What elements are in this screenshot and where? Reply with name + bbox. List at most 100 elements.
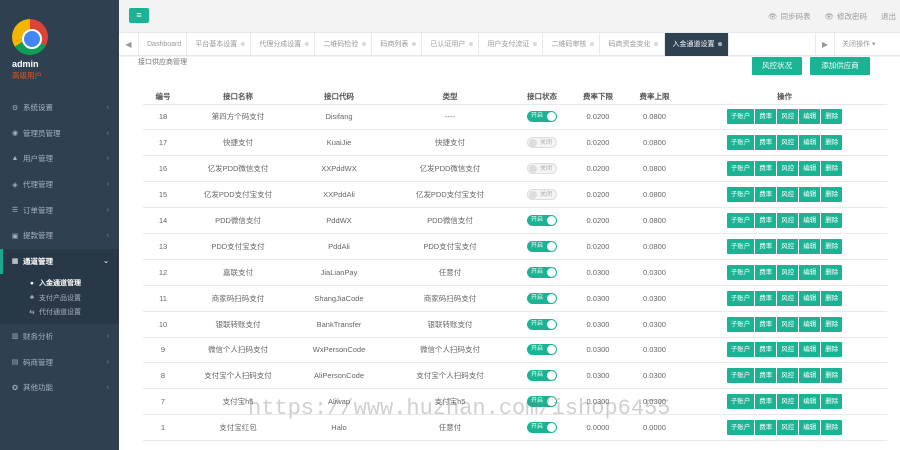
edit-button[interactable]: 编辑 xyxy=(799,290,822,306)
delete-button[interactable]: 删除 xyxy=(821,264,843,280)
top-link[interactable]: 退出 xyxy=(881,11,896,22)
edit-button[interactable]: 编辑 xyxy=(799,264,822,280)
delete-button[interactable]: 删除 xyxy=(821,394,843,410)
risk-control-button[interactable]: 风控 xyxy=(777,264,800,280)
sidebar-item-users[interactable]: ▲ 用户管理 ‹ xyxy=(0,146,119,172)
tab-item[interactable]: 二维码检验 ⊗ xyxy=(315,33,373,56)
delete-button[interactable]: 删除 xyxy=(821,238,843,254)
status-toggle[interactable]: 开启 xyxy=(527,111,557,123)
edit-button[interactable]: 编辑 xyxy=(799,394,822,410)
edit-button[interactable]: 编辑 xyxy=(799,109,822,125)
tab-item[interactable]: 入金通道设置 ⊗ xyxy=(664,33,729,56)
tab-item[interactable]: Dashboard xyxy=(139,33,188,56)
close-tab-icon[interactable]: ⊗ xyxy=(304,42,309,48)
rate-button[interactable]: 费率 xyxy=(755,290,778,306)
edit-button[interactable]: 编辑 xyxy=(799,368,822,384)
top-link[interactable]: 👁 修改密码 xyxy=(824,11,867,22)
sidebar-item-cog[interactable]: ✪ 其他功能 ‹ xyxy=(0,375,119,401)
status-toggle[interactable]: 开启 xyxy=(527,396,557,408)
rate-button[interactable]: 费率 xyxy=(755,368,778,384)
sub-account-button[interactable]: 子账户 xyxy=(726,316,756,332)
close-tab-icon[interactable]: ⊗ xyxy=(468,42,473,48)
close-ops-dropdown[interactable]: 关闭操作 ▾ xyxy=(836,33,875,56)
sub-account-button[interactable]: 子账户 xyxy=(726,290,756,306)
delete-button[interactable]: 删除 xyxy=(821,213,843,228)
delete-button[interactable]: 删除 xyxy=(821,342,843,358)
close-tab-icon[interactable]: ⊗ xyxy=(240,42,245,48)
rate-button[interactable]: 费率 xyxy=(755,342,778,358)
sub-account-button[interactable]: 子账户 xyxy=(726,342,756,358)
status-toggle[interactable]: 开启 xyxy=(527,240,557,252)
status-toggle[interactable]: 开启 xyxy=(527,215,557,226)
risk-status-button[interactable]: 风控状况 xyxy=(752,57,802,75)
close-tab-icon[interactable]: ⊗ xyxy=(361,42,366,48)
sub-account-button[interactable]: 子账户 xyxy=(726,368,756,384)
rate-button[interactable]: 费率 xyxy=(755,316,778,332)
risk-control-button[interactable]: 风控 xyxy=(777,368,800,384)
delete-button[interactable]: 删除 xyxy=(821,368,843,384)
avatar[interactable] xyxy=(12,19,48,55)
rate-button[interactable]: 费率 xyxy=(755,420,778,436)
sub-account-button[interactable]: 子账户 xyxy=(726,264,756,280)
tab-item[interactable]: 平台基本设置 ⊗ xyxy=(187,33,252,56)
sidebar-item-user-circle[interactable]: ◉ 管理员管理 ‹ xyxy=(0,121,119,147)
status-toggle[interactable]: 关闭 xyxy=(527,189,557,201)
tab-item[interactable]: 码商资金变化 ⊗ xyxy=(600,33,665,56)
edit-button[interactable]: 编辑 xyxy=(799,316,822,332)
delete-button[interactable]: 删除 xyxy=(821,135,843,151)
rate-button[interactable]: 费率 xyxy=(755,161,778,177)
status-toggle[interactable]: 开启 xyxy=(527,422,557,434)
edit-button[interactable]: 编辑 xyxy=(799,161,822,177)
submenu-item[interactable]: ♣ 支付产品设置 xyxy=(0,291,119,306)
tabs-scroll-right-icon[interactable]: ▶ xyxy=(815,33,835,56)
risk-control-button[interactable]: 风控 xyxy=(777,394,800,410)
close-tab-icon[interactable]: ⊗ xyxy=(653,42,658,48)
risk-control-button[interactable]: 风控 xyxy=(777,161,800,177)
status-toggle[interactable]: 开启 xyxy=(527,344,557,356)
status-toggle[interactable]: 开启 xyxy=(527,266,557,278)
risk-control-button[interactable]: 风控 xyxy=(777,420,800,436)
close-tab-icon[interactable]: ⊗ xyxy=(589,42,594,48)
sub-account-button[interactable]: 子账户 xyxy=(726,109,756,125)
top-link[interactable]: 👁 同步码表 xyxy=(768,11,811,22)
menu-toggle-button[interactable]: ≡ xyxy=(129,8,149,23)
rate-button[interactable]: 费率 xyxy=(755,109,778,125)
rate-button[interactable]: 费率 xyxy=(755,394,778,410)
delete-button[interactable]: 删除 xyxy=(821,290,843,306)
sidebar-item-chart[interactable]: ▥ 财务分析 ‹ xyxy=(0,324,119,350)
status-toggle[interactable]: 关闭 xyxy=(527,137,557,149)
status-toggle[interactable]: 开启 xyxy=(527,292,557,304)
sidebar-item-store[interactable]: ▤ 码商管理 ‹ xyxy=(0,349,119,375)
tabs-scroll-left-icon[interactable]: ◀ xyxy=(119,33,139,56)
tab-item[interactable]: 代理分成设置 ⊗ xyxy=(251,33,316,56)
risk-control-button[interactable]: 风控 xyxy=(777,213,800,228)
sub-account-button[interactable]: 子账户 xyxy=(726,161,756,177)
risk-control-button[interactable]: 风控 xyxy=(777,238,800,254)
edit-button[interactable]: 编辑 xyxy=(799,135,822,151)
sub-account-button[interactable]: 子账户 xyxy=(726,420,756,436)
status-toggle[interactable]: 开启 xyxy=(527,318,557,330)
close-tab-icon[interactable]: ⊗ xyxy=(718,42,723,48)
tab-item[interactable]: 用户支付流证 ⊗ xyxy=(479,33,544,56)
edit-button[interactable]: 编辑 xyxy=(799,420,822,436)
submenu-item[interactable]: ● 入金通道管理 xyxy=(0,276,119,291)
rate-button[interactable]: 费率 xyxy=(755,135,778,151)
sub-account-button[interactable]: 子账户 xyxy=(726,394,756,410)
sidebar-item-gears[interactable]: ⚙ 系统设置 ‹ xyxy=(0,95,119,121)
edit-button[interactable]: 编辑 xyxy=(799,342,822,358)
status-toggle[interactable]: 开启 xyxy=(527,370,557,382)
delete-button[interactable]: 删除 xyxy=(821,161,843,177)
risk-control-button[interactable]: 风控 xyxy=(777,316,800,332)
tab-item[interactable]: 二维码审核 ⊗ xyxy=(543,33,601,56)
sidebar-item-list[interactable]: ☰ 订单管理 ‹ xyxy=(0,197,119,223)
sub-account-button[interactable]: 子账户 xyxy=(726,238,756,254)
edit-button[interactable]: 编辑 xyxy=(799,187,822,203)
close-tab-icon[interactable]: ⊗ xyxy=(532,42,537,48)
delete-button[interactable]: 删除 xyxy=(821,316,843,332)
status-toggle[interactable]: 关闭 xyxy=(527,163,557,175)
edit-button[interactable]: 编辑 xyxy=(799,213,822,228)
delete-button[interactable]: 删除 xyxy=(821,187,843,203)
risk-control-button[interactable]: 风控 xyxy=(777,135,800,151)
delete-button[interactable]: 删除 xyxy=(821,109,843,125)
close-tab-icon[interactable]: ⊗ xyxy=(411,42,416,48)
